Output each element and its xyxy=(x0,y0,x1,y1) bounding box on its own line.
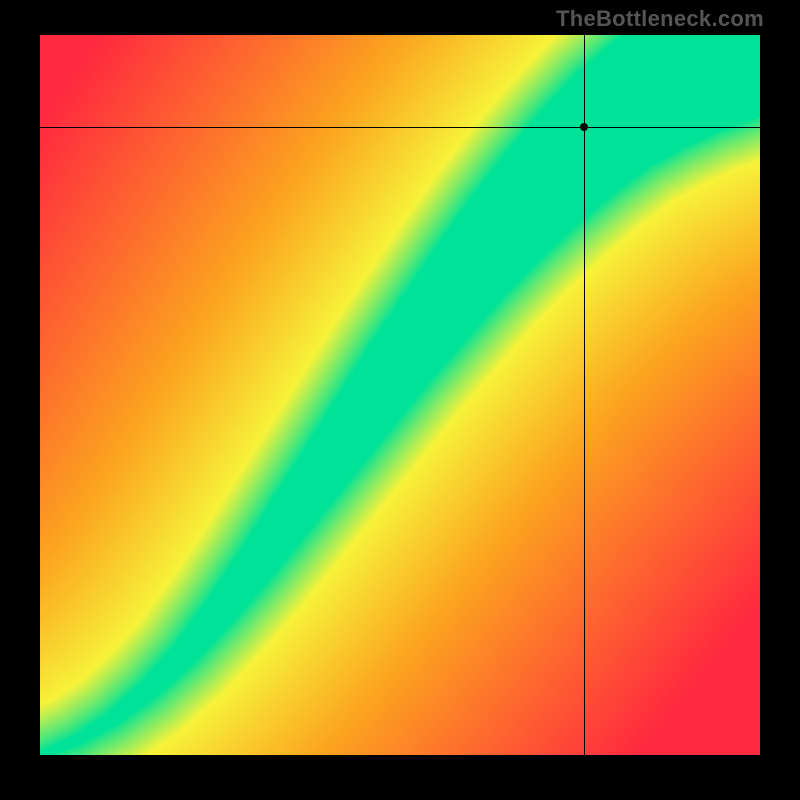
crosshair-vertical xyxy=(584,35,585,755)
watermark-text: TheBottleneck.com xyxy=(556,6,764,32)
chart-container: TheBottleneck.com xyxy=(0,0,800,800)
heatmap-canvas xyxy=(40,35,760,755)
marker-dot xyxy=(580,123,588,131)
plot-area xyxy=(40,35,760,755)
crosshair-horizontal xyxy=(40,127,760,128)
